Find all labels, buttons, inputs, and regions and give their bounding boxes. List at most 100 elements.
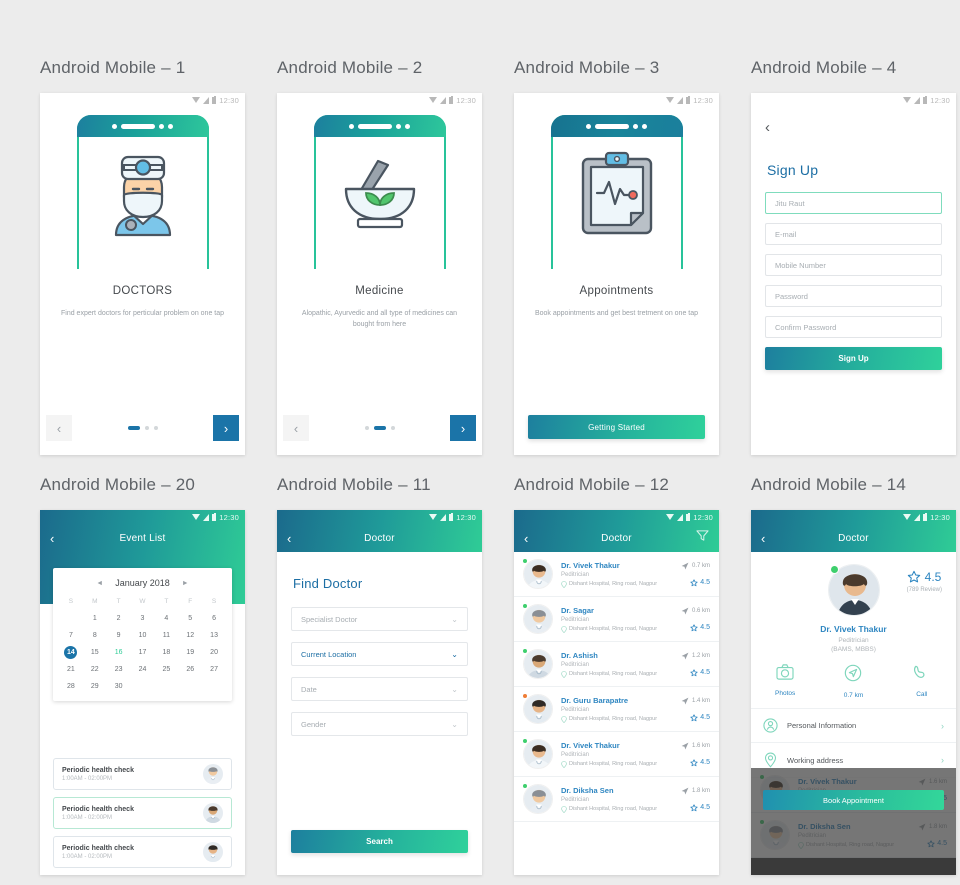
screen-cell-3: Android Mobile – 3 12:30 Appointments Bo… <box>514 58 751 455</box>
doctor-rating: 4.5 <box>681 803 710 812</box>
calendar-day-4[interactable]: 4 <box>154 612 178 625</box>
wifi-icon <box>903 514 912 520</box>
mobile-field[interactable]: Mobile Number <box>765 254 942 276</box>
page-title: Doctor <box>838 532 869 544</box>
chevron-down-icon: ⌄ <box>451 719 458 729</box>
location-dropdown[interactable]: Current Location ⌄ <box>291 642 468 666</box>
status-bar: 12:30 <box>751 93 956 107</box>
calendar-blank <box>59 612 83 625</box>
calendar-day-14[interactable]: 14 <box>64 646 78 659</box>
event-card[interactable]: Periodic health check 1:00AM - 02:00PM <box>53 836 232 868</box>
dot-1[interactable] <box>364 426 369 430</box>
calendar-day-29[interactable]: 29 <box>83 680 107 693</box>
calendar-day-28[interactable]: 28 <box>59 680 83 693</box>
star-icon <box>927 839 935 847</box>
doctor-specialty: Peditrician <box>561 796 590 803</box>
calendar-day-11[interactable]: 11 <box>154 629 178 642</box>
calendar-day-10[interactable]: 10 <box>131 629 155 642</box>
profile-actions: Photos 0.7 km Call <box>751 664 956 709</box>
signal-icon <box>677 96 684 104</box>
calendar-day-17[interactable]: 17 <box>131 646 155 659</box>
confirm-password-field[interactable]: Confirm Password <box>765 316 942 338</box>
onboarding-title: DOCTORS <box>112 285 173 297</box>
dot-2[interactable] <box>144 426 149 430</box>
calendar-day-21[interactable]: 21 <box>59 663 83 676</box>
calendar-day-23[interactable]: 23 <box>107 663 131 676</box>
dot-1[interactable] <box>127 425 140 431</box>
doctor-rating: 4.5 <box>681 668 710 677</box>
calendar-dow-0: S <box>68 598 74 605</box>
event-card[interactable]: Periodic health check 1:00AM - 02:00PM <box>53 797 232 829</box>
doctor-list-item[interactable]: Dr. Vivek Thakur Peditrician Dishant Hospi… <box>514 552 719 597</box>
calendar-day-2[interactable]: 2 <box>107 612 131 625</box>
calendar-day-19[interactable]: 19 <box>178 646 202 659</box>
search-button[interactable]: Search <box>291 830 468 853</box>
calendar-day-26[interactable]: 26 <box>178 663 202 676</box>
doctor-specialty: Peditrician <box>561 751 590 758</box>
calendar-day-1[interactable]: 1 <box>83 612 107 625</box>
avatar <box>827 564 880 616</box>
calendar-day-24[interactable]: 24 <box>131 663 155 676</box>
calendar-day-18[interactable]: 18 <box>154 646 178 659</box>
calendar-day-6[interactable]: 6 <box>202 612 226 625</box>
doctor-list-item[interactable]: Dr. Ashish Peditrician Dishant Hospital, R… <box>514 642 719 687</box>
pagination-dots[interactable] <box>277 425 482 431</box>
calendar-day-9[interactable]: 9 <box>107 629 131 642</box>
calendar-day-16[interactable]: 16 <box>107 646 131 659</box>
getting-started-button[interactable]: Getting Started <box>528 415 705 439</box>
prev-month-button[interactable]: ◄ <box>96 580 103 587</box>
photos-action[interactable]: Photos <box>751 664 819 699</box>
specialist-dropdown-label: Specialist Doctor <box>301 614 358 624</box>
calendar-day-27[interactable]: 27 <box>202 663 226 676</box>
pagination-dots[interactable] <box>40 425 245 431</box>
doctor-list-item[interactable]: Dr. Vivek Thakur Peditrician Dishant Hospi… <box>514 732 719 777</box>
wifi-icon <box>666 514 675 520</box>
doctor-list-item[interactable]: Dr. Guru Barapatre Peditrician Dishant Hos… <box>514 687 719 732</box>
specialist-dropdown[interactable]: Specialist Doctor ⌄ <box>291 607 468 631</box>
calendar-day-8[interactable]: 8 <box>83 629 107 642</box>
calendar-day-15[interactable]: 15 <box>83 646 107 659</box>
email-field[interactable]: E-mail <box>765 223 942 245</box>
personal-information-row[interactable]: Personal Information › <box>751 709 956 743</box>
avatar <box>523 604 553 634</box>
date-dropdown[interactable]: Date ⌄ <box>291 677 468 701</box>
doctor-list-item[interactable]: Dr. Diksha Sen Peditrician Dishant Hospita… <box>514 777 719 822</box>
calendar-day-30[interactable]: 30 <box>107 680 131 693</box>
event-avatar <box>203 764 223 784</box>
phone-mockup-4: 12:30 ‹ Sign Up Jitu Raut E-mail Mobile … <box>751 93 956 455</box>
doctor-address: Dishant Hospital, Ring road, Nagpur <box>798 841 918 849</box>
filter-funnel-icon[interactable] <box>696 529 709 547</box>
onboarding-body-1: DOCTORS Find expert doctors for perticul… <box>40 269 245 320</box>
calendar-day-7[interactable]: 7 <box>59 629 83 642</box>
dot-2[interactable] <box>373 425 386 431</box>
password-field[interactable]: Password <box>765 285 942 307</box>
screen-cell-6: Android Mobile – 11 12:30 ‹ Doctor Find … <box>277 475 514 875</box>
calendar-day-20[interactable]: 20 <box>202 646 226 659</box>
distance-action[interactable]: 0.7 km <box>819 664 887 699</box>
signup-submit-button[interactable]: Sign Up <box>765 347 942 370</box>
calendar-grid[interactable]: S M T W T F S 1 2 3 4 5 6 7 8 9 10 11 12 13 14 15 16 17 18 19 20 21… <box>59 598 226 693</box>
back-button[interactable]: ‹ <box>751 107 956 136</box>
calendar-day-25[interactable]: 25 <box>154 663 178 676</box>
calendar-day-3[interactable]: 3 <box>131 612 155 625</box>
star-icon <box>690 668 698 676</box>
next-month-button[interactable]: ► <box>182 580 189 587</box>
calendar-day-5[interactable]: 5 <box>178 612 202 625</box>
photos-label: Photos <box>775 690 796 697</box>
book-appointment-button[interactable]: Book Appointment <box>763 790 944 810</box>
dot-3[interactable] <box>390 426 395 430</box>
calendar-day-22[interactable]: 22 <box>83 663 107 676</box>
call-action[interactable]: Call <box>888 664 956 699</box>
screen-cell-4: Android Mobile – 4 12:30 ‹ Sign Up Jitu … <box>751 58 960 455</box>
calendar-day-12[interactable]: 12 <box>178 629 202 642</box>
doctor-list-item[interactable]: Dr. Sagar Peditrician Dishant Hospital, Ri… <box>514 597 719 642</box>
dot-3[interactable] <box>153 426 158 430</box>
doctor-avatar-wrap <box>522 603 553 634</box>
location-pin-icon <box>561 580 567 588</box>
event-card[interactable]: Periodic health check 1:00AM - 02:00PM <box>53 758 232 790</box>
signal-icon <box>677 513 684 521</box>
gender-dropdown[interactable]: Gender ⌄ <box>291 712 468 736</box>
screen-title-2: Android Mobile – 2 <box>277 58 423 77</box>
calendar-day-13[interactable]: 13 <box>202 629 226 642</box>
name-field[interactable]: Jitu Raut <box>765 192 942 214</box>
